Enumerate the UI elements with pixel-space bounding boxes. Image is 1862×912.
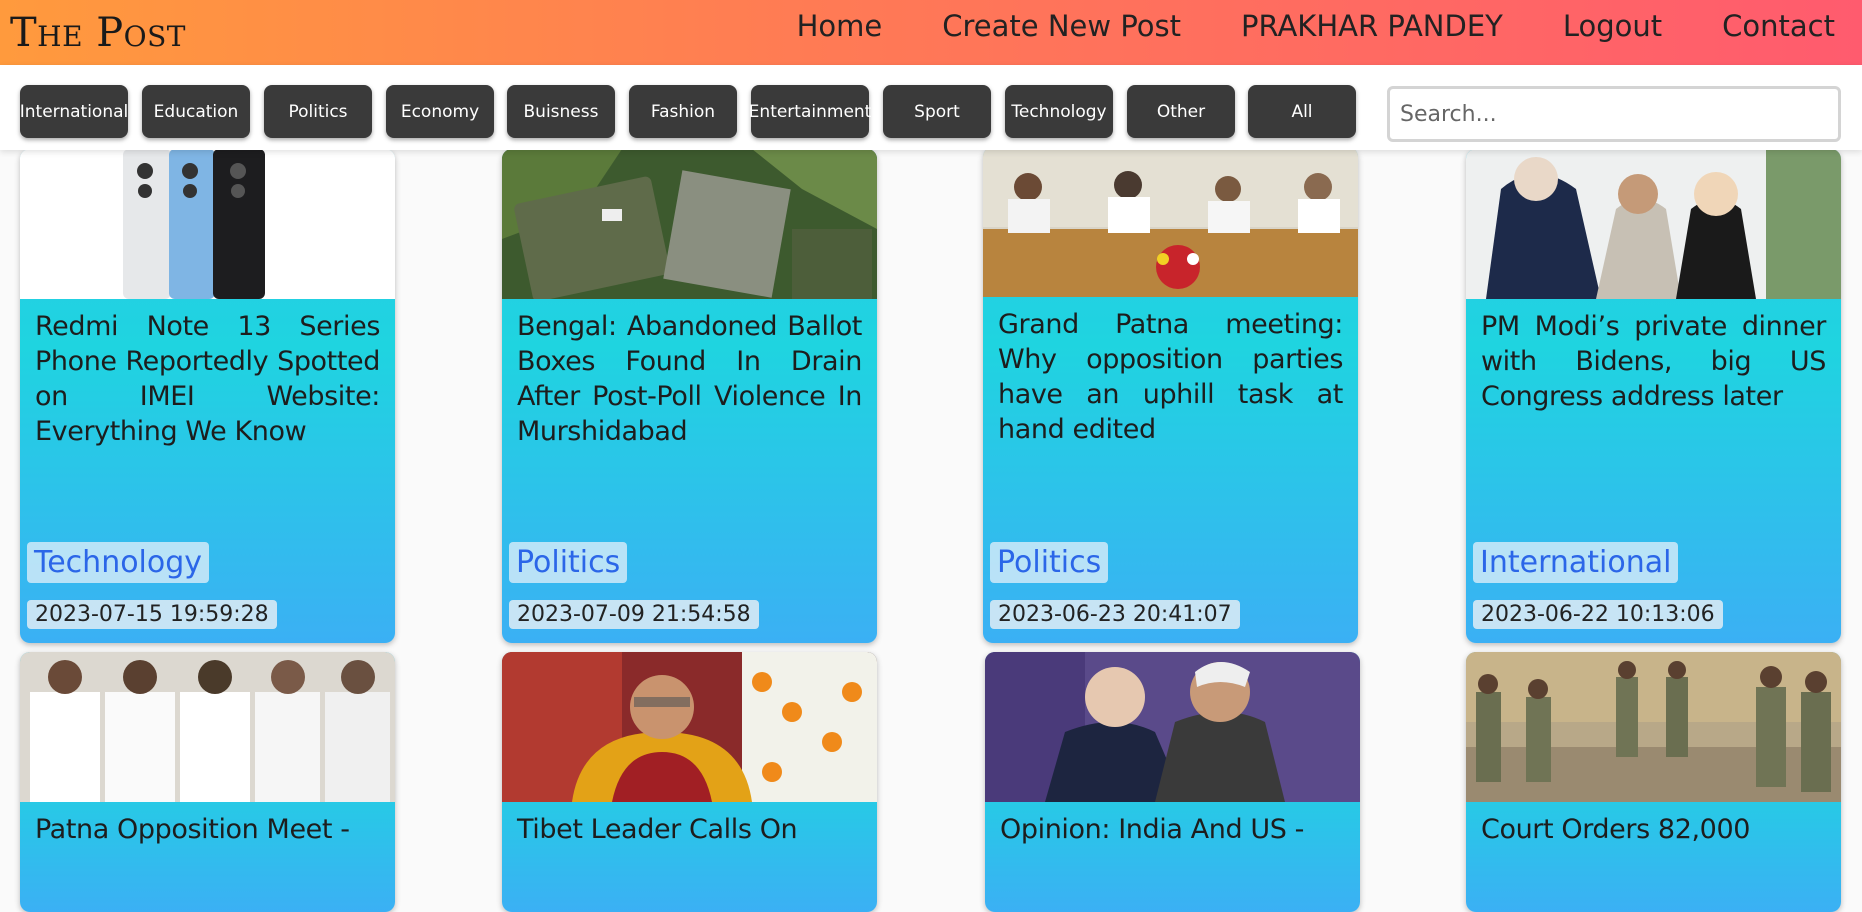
category-button-entertainment[interactable]: Entertainment (749, 85, 871, 138)
post-category-tag[interactable]: Politics (509, 542, 628, 583)
nav-logout-link[interactable]: Logout (1563, 9, 1662, 43)
post-category-tag[interactable]: Politics (990, 542, 1109, 583)
post-card[interactable]: Court Orders 82,000 (1466, 652, 1841, 912)
post-image (502, 149, 877, 299)
post-image (983, 147, 1358, 297)
post-image (1466, 652, 1841, 802)
post-card[interactable]: Opinion: India And US - (985, 652, 1360, 912)
post-image (1466, 149, 1841, 299)
category-button-technology[interactable]: Technology (1005, 85, 1113, 138)
brand-title: The Post (10, 9, 186, 56)
post-date: 2023-06-22 10:13:06 (1473, 600, 1723, 629)
post-card[interactable]: PM Modi’s private dinner with Bidens, bi… (1466, 149, 1841, 643)
post-title[interactable]: Court Orders 82,000 (1466, 802, 1841, 847)
nav-home-link[interactable]: Home (797, 9, 883, 43)
site-brand[interactable]: The Post (10, 0, 186, 65)
category-button-fashion[interactable]: Fashion (629, 85, 737, 138)
post-title[interactable]: PM Modi’s private dinner with Bidens, bi… (1466, 299, 1841, 414)
post-title[interactable]: Patna Opposition Meet - (20, 802, 395, 847)
post-category-tag[interactable]: International (1473, 542, 1679, 583)
post-card[interactable]: Patna Opposition Meet - (20, 652, 395, 912)
top-navbar: The Post Home Create New Post PRAKHAR PA… (0, 0, 1862, 65)
post-image (502, 652, 877, 802)
nav-links: Home Create New Post PRAKHAR PANDEY Logo… (797, 0, 1862, 52)
post-title[interactable]: Opinion: India And US - (985, 802, 1360, 847)
category-button-business[interactable]: Buisness (507, 85, 615, 138)
category-button-other[interactable]: Other (1127, 85, 1235, 138)
post-title[interactable]: Redmi Note 13 Series Phone Reportedly Sp… (20, 299, 395, 449)
post-date: 2023-07-09 21:54:58 (509, 600, 759, 629)
category-button-education[interactable]: Education (142, 85, 250, 138)
post-title[interactable]: Grand Patna meeting: Why opposition part… (983, 297, 1358, 447)
post-image (20, 652, 395, 802)
nav-user-link[interactable]: PRAKHAR PANDEY (1241, 9, 1503, 43)
post-title[interactable]: Tibet Leader Calls On (502, 802, 877, 847)
category-button-all[interactable]: All (1248, 85, 1356, 138)
post-card[interactable]: Redmi Note 13 Series Phone Reportedly Sp… (20, 149, 395, 643)
post-date: 2023-06-23 20:41:07 (990, 600, 1240, 629)
post-date: 2023-07-15 19:59:28 (27, 600, 277, 629)
post-image (985, 652, 1360, 802)
category-button-politics[interactable]: Politics (264, 85, 372, 138)
post-card[interactable]: Bengal: Abandoned Ballot Boxes Found In … (502, 149, 877, 643)
post-category-tag[interactable]: Technology (27, 542, 210, 583)
category-button-economy[interactable]: Economy (386, 85, 494, 138)
search-input[interactable] (1387, 86, 1841, 142)
post-title[interactable]: Bengal: Abandoned Ballot Boxes Found In … (502, 299, 877, 449)
post-image (20, 149, 395, 299)
nav-create-post-link[interactable]: Create New Post (942, 9, 1181, 43)
category-button-international[interactable]: International (20, 85, 128, 138)
category-button-sport[interactable]: Sport (883, 85, 991, 138)
post-card[interactable]: Tibet Leader Calls On (502, 652, 877, 912)
post-card[interactable]: Grand Patna meeting: Why opposition part… (983, 147, 1358, 643)
nav-contact-link[interactable]: Contact (1722, 9, 1835, 43)
